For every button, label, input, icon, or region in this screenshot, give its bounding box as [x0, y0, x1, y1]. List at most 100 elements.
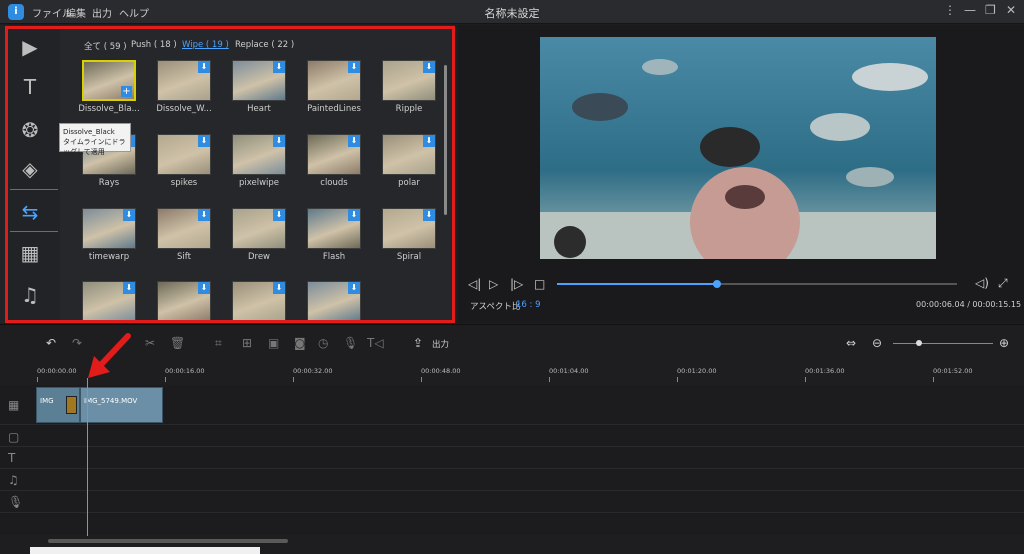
- download-icon[interactable]: ⬇: [273, 282, 285, 294]
- zoom-handle[interactable]: [916, 340, 922, 346]
- download-icon[interactable]: ⬇: [198, 209, 210, 221]
- filters-icon[interactable]: ❂: [0, 110, 60, 150]
- transition-label: Flash: [322, 252, 346, 262]
- more-icon[interactable]: ⋮: [944, 3, 956, 17]
- download-icon[interactable]: ⬇: [273, 209, 285, 221]
- clip-label: IMG_5749.MOV: [84, 397, 138, 405]
- ruler-tick: [933, 377, 934, 382]
- transition-thumbnail[interactable]: ⬇: [232, 281, 286, 322]
- snapshot-icon[interactable]: ◙: [294, 336, 306, 350]
- prev-frame-icon[interactable]: ◁|: [468, 277, 481, 291]
- library-scrollbar[interactable]: [444, 65, 447, 215]
- ruler-tick-label: 00:01:20.00: [677, 367, 717, 375]
- tab-wipe[interactable]: Wipe ( 19 ): [182, 40, 229, 50]
- ruler-tick-label: 00:00:48.00: [421, 367, 461, 375]
- download-icon[interactable]: ⬇: [123, 282, 135, 294]
- playhead[interactable]: [87, 378, 88, 536]
- elements-icon[interactable]: ▦: [0, 233, 60, 273]
- progress-handle[interactable]: [713, 280, 721, 288]
- ruler-tick: [37, 377, 38, 382]
- tab-all[interactable]: 全て ( 59 ): [84, 40, 127, 52]
- restore-icon[interactable]: ❐: [985, 3, 996, 17]
- download-icon[interactable]: ⬇: [348, 135, 360, 147]
- aspect-ratio-value[interactable]: 16 : 9: [516, 300, 541, 310]
- ruler-tick-label: 00:00:32.00: [293, 367, 333, 375]
- download-icon[interactable]: ⬇: [423, 135, 435, 147]
- download-icon[interactable]: ⬇: [198, 61, 210, 73]
- download-icon[interactable]: ⬇: [198, 282, 210, 294]
- overlay-icon[interactable]: ◈: [0, 149, 60, 189]
- transition-thumbnail[interactable]: ⬇: [307, 208, 361, 249]
- volume-icon[interactable]: ◁): [975, 276, 989, 290]
- play-icon[interactable]: ▷: [489, 277, 498, 291]
- zoom-slider[interactable]: [893, 343, 993, 344]
- video-track-icon: ▦: [8, 398, 20, 412]
- transition-thumbnail[interactable]: ⬇: [307, 281, 361, 322]
- download-icon[interactable]: ⬇: [273, 61, 285, 73]
- redo-icon[interactable]: ↷: [72, 336, 82, 350]
- transition-thumbnail[interactable]: ⬇: [382, 208, 436, 249]
- transition-thumbnail[interactable]: ⬇: [157, 134, 211, 175]
- ruler-tick: [421, 377, 422, 382]
- transition-marker[interactable]: [66, 396, 77, 414]
- fit-icon[interactable]: ⇔: [846, 336, 856, 350]
- transition-label: Drew: [247, 252, 271, 262]
- transition-thumbnail[interactable]: ⬇: [82, 281, 136, 322]
- transition-thumbnail[interactable]: ⬇: [382, 134, 436, 175]
- minimize-icon[interactable]: —: [964, 3, 976, 17]
- mic-icon[interactable]: 🎙: [343, 336, 358, 350]
- transition-thumbnail[interactable]: ⬇: [232, 134, 286, 175]
- transition-thumbnail[interactable]: ⬇: [157, 60, 211, 101]
- transition-thumbnail[interactable]: ⬇: [382, 60, 436, 101]
- tab-replace[interactable]: Replace ( 22 ): [235, 40, 294, 50]
- download-icon[interactable]: ⬇: [423, 61, 435, 73]
- download-icon[interactable]: ⬇: [348, 282, 360, 294]
- mosaic-icon[interactable]: ⊞: [242, 336, 252, 350]
- music-track-icon: ♫: [8, 473, 19, 487]
- close-icon[interactable]: ✕: [1006, 3, 1016, 17]
- download-icon[interactable]: ⬇: [273, 135, 285, 147]
- export-label[interactable]: 出力: [432, 338, 449, 350]
- next-frame-icon[interactable]: |▷: [510, 277, 523, 291]
- timeline-scrollbar[interactable]: [48, 539, 288, 543]
- transition-thumbnail[interactable]: ⬇: [232, 208, 286, 249]
- speed-icon[interactable]: ◷: [318, 336, 328, 350]
- crop-icon[interactable]: ⌗: [215, 336, 222, 351]
- transition-thumbnail[interactable]: ⬇: [307, 134, 361, 175]
- library-sidebar: ▶ T ❂ ◈ ⇆ ▦ ♫: [0, 25, 60, 323]
- transition-thumbnail[interactable]: ⬇: [157, 208, 211, 249]
- tab-push[interactable]: Push ( 18 ): [131, 40, 177, 50]
- transition-icon[interactable]: ⇆: [0, 192, 60, 232]
- tts-icon[interactable]: T◁: [367, 336, 384, 350]
- stop-icon[interactable]: □: [534, 277, 545, 291]
- transition-label: Heart: [247, 104, 271, 114]
- zoom-in-icon[interactable]: ⊕: [999, 336, 1009, 350]
- download-icon[interactable]: ⬇: [123, 209, 135, 221]
- transition-label: timewarp: [88, 252, 130, 262]
- zoom-out-icon[interactable]: ⊖: [872, 336, 882, 350]
- transition-thumbnail[interactable]: ⬇: [157, 281, 211, 322]
- ruler-tick: [293, 377, 294, 382]
- video-clip[interactable]: IMG_5749.MOV: [80, 387, 163, 423]
- voice-track: [0, 491, 1024, 513]
- download-icon[interactable]: ⬇: [198, 135, 210, 147]
- download-icon[interactable]: ⬇: [423, 209, 435, 221]
- add-icon[interactable]: +: [121, 86, 132, 97]
- music-icon[interactable]: ♫: [0, 275, 60, 315]
- download-icon[interactable]: ⬇: [348, 61, 360, 73]
- transition-thumbnail[interactable]: ⬇: [82, 208, 136, 249]
- transition-thumbnail[interactable]: ⬇: [232, 60, 286, 101]
- transition-thumbnail[interactable]: +: [82, 60, 136, 101]
- media-icon[interactable]: ▶: [0, 27, 60, 67]
- transition-thumbnail[interactable]: ⬇: [307, 60, 361, 101]
- delete-icon[interactable]: 🗑: [170, 336, 185, 350]
- text-icon[interactable]: T: [0, 67, 60, 107]
- export-icon[interactable]: ⇪: [413, 336, 423, 350]
- ruler-tick-label: 00:01:04.00: [549, 367, 589, 375]
- download-icon[interactable]: ⬇: [348, 209, 360, 221]
- undo-icon[interactable]: ↶: [46, 336, 56, 350]
- ruler-tick-label: 00:01:52.00: [933, 367, 973, 375]
- cut-icon[interactable]: ✂: [145, 336, 155, 350]
- freeze-icon[interactable]: ▣: [268, 336, 279, 350]
- fullscreen-icon[interactable]: ⤢: [998, 276, 1008, 291]
